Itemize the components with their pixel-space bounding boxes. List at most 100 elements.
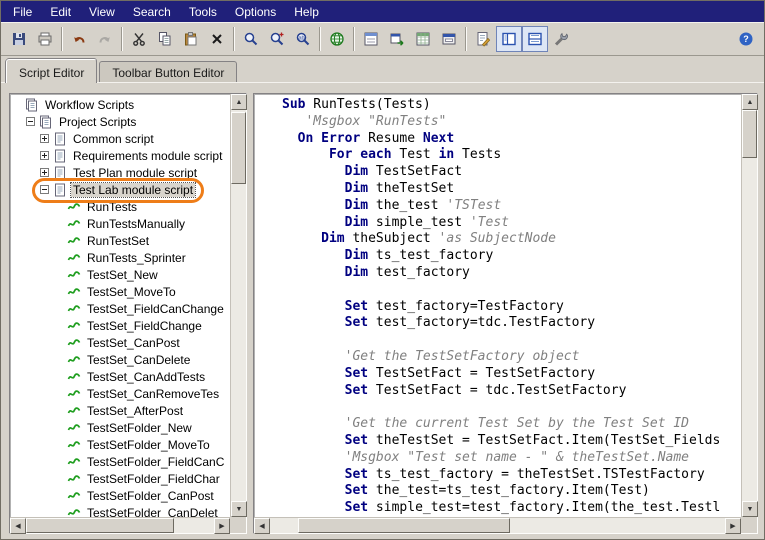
tree-item-testsetfolder-new[interactable]: TestSetFolder_New <box>10 419 230 436</box>
expand-icon[interactable] <box>40 134 49 143</box>
find-button[interactable] <box>238 26 264 52</box>
find-next-icon <box>269 31 285 47</box>
tree-item-runtestset[interactable]: RunTestSet <box>10 232 230 249</box>
tree-item-testset-canpost[interactable]: TestSet_CanPost <box>10 334 230 351</box>
scroll-right-button[interactable]: ▶ <box>725 518 741 534</box>
scroll-up-button[interactable]: ▲ <box>742 94 758 110</box>
tree-item-testsetfolder-canpost[interactable]: TestSetFolder_CanPost <box>10 487 230 504</box>
tree-item-project-scripts[interactable]: Project Scripts <box>10 113 230 130</box>
code-line: On Error Resume Next <box>282 131 741 148</box>
arrow-down-icon: ▼ <box>236 506 243 513</box>
menu-tools[interactable]: Tools <box>180 2 226 22</box>
scrollbar-track[interactable] <box>26 518 214 533</box>
toggle-tree-pane-button[interactable] <box>496 26 522 52</box>
module-script-icon <box>53 132 68 146</box>
tree-item-test-lab-module-script[interactable]: Test Lab module script <box>10 181 230 198</box>
print-button[interactable] <box>32 26 58 52</box>
scroll-up-button[interactable]: ▲ <box>231 94 247 110</box>
menu-search[interactable]: Search <box>124 2 180 22</box>
copy-button[interactable] <box>152 26 178 52</box>
scrollbar-track[interactable] <box>742 110 757 501</box>
expand-icon[interactable] <box>40 151 49 160</box>
scrollbar-track[interactable] <box>231 110 246 501</box>
tree-item-runtests-sprinter[interactable]: RunTests_Sprinter <box>10 249 230 266</box>
menu-file[interactable]: File <box>4 2 41 22</box>
tree-item-requirements-module-script[interactable]: Requirements module script <box>10 147 230 164</box>
scrollbar-thumb[interactable] <box>26 518 174 533</box>
replace-button[interactable]: ab <box>290 26 316 52</box>
tree-item-workflow-scripts[interactable]: Workflow Scripts <box>10 96 230 113</box>
delete-button[interactable] <box>204 26 230 52</box>
tree-item-runtestsmanually[interactable]: RunTestsManually <box>10 215 230 232</box>
tree-item-testset-fieldchange[interactable]: TestSet_FieldChange <box>10 317 230 334</box>
script-function-icon <box>67 268 82 282</box>
scroll-down-button[interactable]: ▼ <box>231 501 247 517</box>
save-button[interactable] <box>6 26 32 52</box>
field-list-button[interactable] <box>358 26 384 52</box>
scroll-left-button[interactable]: ◀ <box>10 518 26 534</box>
scrollbar-thumb[interactable] <box>742 110 757 158</box>
help-button[interactable]: ? <box>733 26 759 52</box>
tree-item-testset-canremovetes[interactable]: TestSet_CanRemoveTes <box>10 385 230 402</box>
code-line: Set TestSetFact = tdc.TestSetFactory <box>282 383 741 400</box>
menu-options[interactable]: Options <box>226 2 285 22</box>
scroll-down-button[interactable]: ▼ <box>742 501 758 517</box>
tab-script-editor[interactable]: Script Editor <box>6 59 97 83</box>
menu-edit[interactable]: Edit <box>41 2 80 22</box>
tree-item-runtests[interactable]: RunTests <box>10 198 230 215</box>
module-script-icon <box>53 166 68 180</box>
tree-item-testset-candelete[interactable]: TestSet_CanDelete <box>10 351 230 368</box>
menu-help[interactable]: Help <box>285 2 328 22</box>
cut-button[interactable] <box>126 26 152 52</box>
tree-item-testsetfolder-moveto[interactable]: TestSetFolder_MoveTo <box>10 436 230 453</box>
validate-script-button[interactable] <box>470 26 496 52</box>
toggle-editor-pane-button[interactable] <box>522 26 548 52</box>
tree-item-testset-new[interactable]: TestSet_New <box>10 266 230 283</box>
scroll-left-button[interactable]: ◀ <box>254 518 270 534</box>
tree-item-testsetfolder-fieldcanc[interactable]: TestSetFolder_FieldCanC <box>10 453 230 470</box>
dialog-button[interactable] <box>436 26 462 52</box>
paste-button[interactable] <box>178 26 204 52</box>
scrollbar-thumb[interactable] <box>231 112 246 184</box>
tree-item-label: TestSet_CanRemoveTes <box>85 387 221 401</box>
svg-text:?: ? <box>743 34 749 44</box>
tree-item-testset-canaddtests[interactable]: TestSet_CanAddTests <box>10 368 230 385</box>
spreadsheet-icon <box>415 31 431 47</box>
spreadsheet-button[interactable] <box>410 26 436 52</box>
arrow-left-icon: ◀ <box>259 522 264 530</box>
open-window-icon <box>389 31 405 47</box>
code-line: Dim simple_test 'Test <box>282 215 741 232</box>
scrollbar-thumb[interactable] <box>298 518 510 533</box>
undo-button[interactable] <box>66 26 92 52</box>
code-line: Set the_test=ts_test_factory.Item(Test) <box>282 483 741 500</box>
customize-button[interactable] <box>548 26 574 52</box>
collapse-icon[interactable] <box>40 185 49 194</box>
tree-item-testset-afterpost[interactable]: TestSet_AfterPost <box>10 402 230 419</box>
arrow-up-icon: ▲ <box>236 99 243 106</box>
tree-item-testset-moveto[interactable]: TestSet_MoveTo <box>10 283 230 300</box>
editor-horizontal-scrollbar[interactable]: ◀ ▶ <box>254 517 741 533</box>
tab-toolbar-button-editor[interactable]: Toolbar Button Editor <box>99 61 237 82</box>
tree-item-common-script[interactable]: Common script <box>10 130 230 147</box>
tree-item-test-plan-module-script[interactable]: Test Plan module script <box>10 164 230 181</box>
tree-horizontal-scrollbar[interactable]: ◀ ▶ <box>10 517 230 533</box>
collapse-icon[interactable] <box>26 117 35 126</box>
editor-vertical-scrollbar[interactable]: ▲ ▼ <box>741 94 757 517</box>
tree-item-testsetfolder-candelet[interactable]: TestSetFolder_CanDelet <box>10 504 230 517</box>
code-editor[interactable]: Sub RunTests(Tests) 'Msgbox "RunTests" O… <box>254 94 741 517</box>
expand-icon[interactable] <box>40 168 49 177</box>
syntax-check-button[interactable] <box>324 26 350 52</box>
tree-item-label: TestSetFolder_FieldCanC <box>85 455 226 469</box>
tree-vertical-scrollbar[interactable]: ▲ ▼ <box>230 94 246 517</box>
redo-button <box>92 26 118 52</box>
open-window-button[interactable] <box>384 26 410 52</box>
toolbar: ab? <box>1 22 764 56</box>
scroll-right-button[interactable]: ▶ <box>214 518 230 534</box>
tree-item-testset-fieldcanchange[interactable]: TestSet_FieldCanChange <box>10 300 230 317</box>
toolbar-separator <box>61 27 63 51</box>
tree-item-testsetfolder-fieldchar[interactable]: TestSetFolder_FieldChar <box>10 470 230 487</box>
find-next-button[interactable] <box>264 26 290 52</box>
script-tree[interactable]: Workflow ScriptsProject ScriptsCommon sc… <box>10 94 230 517</box>
scrollbar-track[interactable] <box>270 518 725 533</box>
menu-view[interactable]: View <box>80 2 124 22</box>
